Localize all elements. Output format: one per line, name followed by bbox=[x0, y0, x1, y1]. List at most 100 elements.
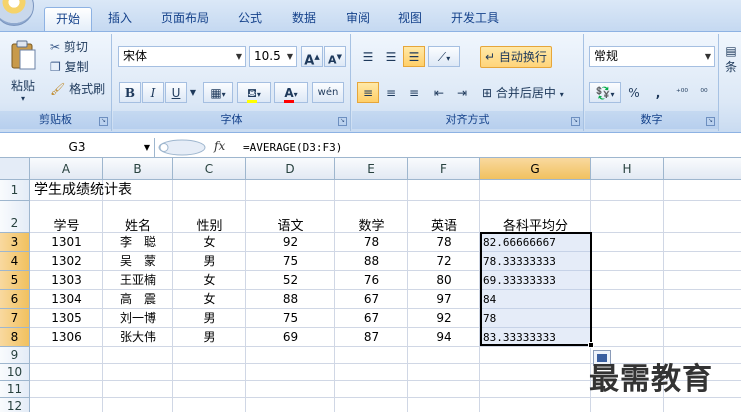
column-header[interactable]: F bbox=[408, 158, 480, 180]
row-header[interactable]: 9 bbox=[0, 347, 30, 364]
paste-dropdown-icon[interactable]: ▾ bbox=[6, 94, 40, 103]
increase-indent-icon[interactable]: ⇥ bbox=[451, 82, 473, 103]
cut-button[interactable]: ✂ 剪切 bbox=[50, 38, 88, 55]
student-id-cell[interactable]: 1302 bbox=[30, 252, 103, 271]
align-right-icon[interactable]: ≡ bbox=[403, 82, 425, 103]
italic-button[interactable]: I bbox=[142, 82, 164, 103]
borders-button[interactable]: ▦▾ bbox=[203, 82, 233, 103]
header-cell[interactable]: 姓名 bbox=[103, 215, 173, 234]
fill-handle[interactable] bbox=[588, 342, 594, 348]
chinese-score-cell[interactable]: 92 bbox=[246, 233, 335, 252]
wrap-text-button[interactable]: ↵ 自动换行 bbox=[480, 46, 552, 68]
english-score-cell[interactable]: 92 bbox=[408, 309, 480, 328]
average-score-cell[interactable]: 69.33333333 bbox=[483, 271, 588, 290]
english-score-cell[interactable]: 97 bbox=[408, 290, 480, 309]
conditional-format-button[interactable]: ▤ 条 bbox=[722, 44, 740, 75]
column-header[interactable]: D bbox=[246, 158, 335, 180]
name-cell[interactable]: 张大伟 bbox=[103, 328, 173, 347]
math-score-cell[interactable]: 78 bbox=[335, 233, 408, 252]
header-cell[interactable]: 性别 bbox=[173, 215, 246, 234]
average-score-cell[interactable]: 78 bbox=[483, 309, 588, 328]
gender-cell[interactable]: 男 bbox=[173, 328, 246, 347]
align-left-icon[interactable]: ≡ bbox=[357, 82, 379, 103]
grow-font-button[interactable]: A▲ bbox=[301, 46, 323, 68]
number-launcher-icon[interactable]: ↘ bbox=[706, 117, 715, 126]
name-box[interactable]: G3 ▼ bbox=[0, 138, 155, 157]
gender-cell[interactable]: 女 bbox=[173, 290, 246, 309]
chevron-down-icon[interactable]: ▼ bbox=[144, 138, 150, 157]
header-cell[interactable]: 数学 bbox=[335, 215, 408, 234]
comma-button[interactable]: , bbox=[647, 82, 669, 103]
row-header[interactable]: 2 bbox=[0, 201, 30, 233]
student-id-cell[interactable]: 1301 bbox=[30, 233, 103, 252]
alignment-launcher-icon[interactable]: ↘ bbox=[571, 117, 580, 126]
orientation-button[interactable]: ⟋▾ bbox=[428, 46, 460, 67]
shrink-font-button[interactable]: A▼ bbox=[324, 46, 346, 67]
gender-cell[interactable]: 男 bbox=[173, 309, 246, 328]
english-score-cell[interactable]: 94 bbox=[408, 328, 480, 347]
tab-developer[interactable]: 开发工具 bbox=[442, 7, 508, 31]
student-id-cell[interactable]: 1305 bbox=[30, 309, 103, 328]
tab-insert[interactable]: 插入 bbox=[98, 7, 142, 31]
font-size-combo[interactable]: 10.5 ▼ bbox=[249, 46, 297, 67]
tab-view[interactable]: 视图 bbox=[388, 7, 432, 31]
header-cell[interactable]: 学号 bbox=[30, 215, 103, 234]
underline-dropdown-icon[interactable]: ▼ bbox=[187, 82, 199, 103]
average-score-cell[interactable]: 78.33333333 bbox=[483, 252, 588, 271]
clipboard-launcher-icon[interactable]: ↘ bbox=[99, 117, 108, 126]
align-top-icon[interactable]: ☰ bbox=[357, 46, 379, 67]
chinese-score-cell[interactable]: 75 bbox=[246, 252, 335, 271]
select-all-corner[interactable] bbox=[0, 158, 30, 180]
row-header-selected[interactable]: 7 bbox=[0, 309, 30, 328]
column-header[interactable]: E bbox=[335, 158, 408, 180]
chinese-score-cell[interactable]: 88 bbox=[246, 290, 335, 309]
header-cell[interactable]: 语文 bbox=[246, 215, 335, 234]
english-score-cell[interactable]: 80 bbox=[408, 271, 480, 290]
row-header-selected[interactable]: 4 bbox=[0, 252, 30, 271]
underline-button[interactable]: U bbox=[165, 82, 187, 103]
name-cell[interactable]: 李 聪 bbox=[103, 233, 173, 252]
tab-page-layout[interactable]: 页面布局 bbox=[152, 7, 218, 31]
font-name-combo[interactable]: 宋体 ▼ bbox=[118, 46, 246, 67]
row-header-selected[interactable]: 8 bbox=[0, 328, 30, 347]
tab-data[interactable]: 数据 bbox=[282, 7, 326, 31]
math-score-cell[interactable]: 87 bbox=[335, 328, 408, 347]
chinese-score-cell[interactable]: 52 bbox=[246, 271, 335, 290]
average-score-cell[interactable]: 82.66666667 bbox=[483, 233, 588, 252]
math-score-cell[interactable]: 88 bbox=[335, 252, 408, 271]
student-id-cell[interactable]: 1303 bbox=[30, 271, 103, 290]
align-middle-icon[interactable]: ☰ bbox=[380, 46, 402, 67]
gender-cell[interactable]: 女 bbox=[173, 233, 246, 252]
tab-home[interactable]: 开始 bbox=[44, 7, 92, 31]
gender-cell[interactable]: 男 bbox=[173, 252, 246, 271]
row-header[interactable]: 11 bbox=[0, 381, 30, 398]
worksheet[interactable]: A B C D E F G H 1 2 3 4 5 6 7 8 9 10 11 … bbox=[0, 158, 741, 412]
sheet-title-cell[interactable]: 学生成绩统计表 bbox=[34, 180, 132, 201]
math-score-cell[interactable]: 67 bbox=[335, 309, 408, 328]
tab-formulas[interactable]: 公式 bbox=[228, 7, 272, 31]
format-painter-button[interactable]: 🖌 格式刷 bbox=[50, 80, 105, 97]
column-header[interactable]: H bbox=[591, 158, 664, 180]
align-center-icon[interactable]: ≡ bbox=[380, 82, 402, 103]
average-score-cell[interactable]: 84 bbox=[483, 290, 588, 309]
percent-button[interactable]: % bbox=[623, 82, 645, 103]
column-header-blank[interactable] bbox=[664, 158, 741, 180]
header-cell[interactable]: 各科平均分 bbox=[480, 215, 591, 234]
column-header-selected[interactable]: G bbox=[480, 158, 591, 180]
row-header-selected[interactable]: 3 bbox=[0, 233, 30, 252]
row-header[interactable]: 12 bbox=[0, 398, 30, 412]
row-header[interactable]: 10 bbox=[0, 364, 30, 381]
row-header-selected[interactable]: 5 bbox=[0, 271, 30, 290]
row-header[interactable]: 1 bbox=[0, 180, 30, 201]
align-bottom-icon[interactable]: ☰ bbox=[403, 46, 425, 67]
column-header[interactable]: A bbox=[30, 158, 103, 180]
chinese-score-cell[interactable]: 75 bbox=[246, 309, 335, 328]
name-cell[interactable]: 刘一博 bbox=[103, 309, 173, 328]
english-score-cell[interactable]: 78 bbox=[408, 233, 480, 252]
english-score-cell[interactable]: 72 bbox=[408, 252, 480, 271]
merge-center-button[interactable]: ⊞ 合并后居中 ▾ bbox=[482, 84, 564, 101]
student-id-cell[interactable]: 1306 bbox=[30, 328, 103, 347]
name-cell[interactable]: 高 震 bbox=[103, 290, 173, 309]
phonetic-guide-button[interactable]: wén bbox=[312, 82, 344, 103]
student-id-cell[interactable]: 1304 bbox=[30, 290, 103, 309]
